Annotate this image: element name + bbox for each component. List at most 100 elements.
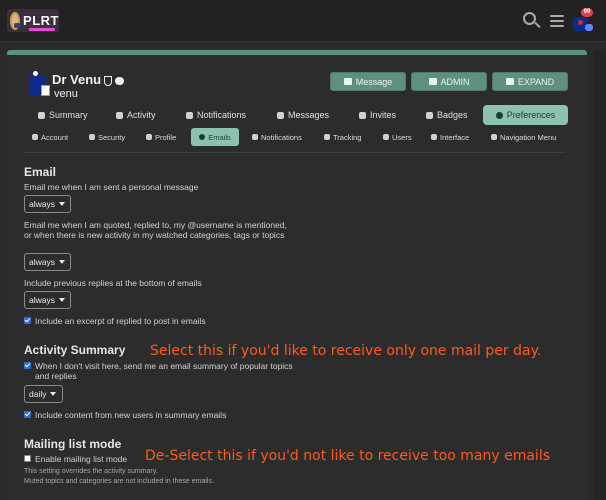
subtab-profile[interactable]: Profile [146, 128, 184, 146]
digest-label: When I don't visit here, send me an emai… [35, 361, 293, 381]
expand-button[interactable]: EXPAND [492, 72, 568, 91]
email-section-title: Email [24, 165, 57, 179]
user-icon [38, 111, 45, 119]
message-button-label: Message [355, 76, 393, 87]
bell-icon [186, 111, 193, 119]
excerpt-checkbox-row[interactable]: Include an excerpt of replied to post in… [24, 316, 206, 326]
subtab-interface[interactable]: Interface [431, 128, 477, 146]
chevron-down-icon [58, 298, 65, 302]
certificate-icon [426, 111, 433, 119]
chevron-down-icon [58, 202, 65, 206]
tab-label: Notifications [197, 110, 247, 120]
pm-email-label: Email me when I am sent a personal messa… [24, 182, 199, 192]
plus-icon [324, 134, 330, 140]
top-header: PLRT 99 [0, 0, 606, 42]
envelope-icon [199, 134, 206, 140]
annotation-activity: Select this if you'd like to receive onl… [150, 343, 542, 359]
tab-messages[interactable]: Messages [277, 105, 347, 125]
digest-checkbox[interactable] [24, 362, 31, 369]
mailing-note-muted: Muted topics and categories are not incl… [24, 478, 214, 485]
subtab-users[interactable]: Users [383, 128, 413, 146]
logo-underline [29, 28, 55, 31]
tab-label: Invites [370, 110, 397, 120]
mailing-list-title: Mailing list mode [24, 437, 122, 451]
wrench-icon [428, 78, 437, 85]
new-users-checkbox-row[interactable]: Include content from new users in summar… [24, 410, 226, 420]
pm-email-value: always [29, 199, 55, 209]
digest-checkbox-row[interactable]: When I don't visit here, send me an emai… [24, 361, 294, 381]
list-icon [116, 111, 123, 119]
header-icons: 99 [522, 8, 594, 34]
pm-email-select[interactable]: always [24, 195, 71, 213]
logo-text: PLRT [23, 13, 59, 28]
desktop-icon [431, 134, 437, 140]
tab-label: Activity [127, 110, 156, 120]
search-icon[interactable] [522, 11, 542, 31]
scrollbar-track[interactable] [594, 50, 606, 500]
mailing-list-checkbox[interactable] [24, 455, 31, 462]
subtab-tracking[interactable]: Tracking [324, 128, 364, 146]
tab-label: Summary [49, 110, 88, 120]
expand-button-label: EXPAND [517, 76, 555, 87]
gear-icon [495, 111, 503, 119]
subtab-label: Notifications [261, 132, 302, 142]
lock-icon [89, 134, 95, 140]
profile-name: Dr Venu [52, 72, 125, 87]
subtab-label: Tracking [333, 132, 362, 142]
digest-frequency-select[interactable]: daily [24, 385, 63, 403]
mailing-list-checkbox-row[interactable]: Enable mailing list mode [24, 454, 127, 464]
previous-replies-value: always [29, 295, 55, 305]
annotation-mailing: De-Select this if you'd not like to rece… [145, 448, 551, 464]
subtab-notifications[interactable]: Notifications [252, 128, 308, 146]
users-icon [383, 134, 389, 140]
subtab-label: Users [392, 132, 412, 142]
subtab-label: Interface [440, 132, 470, 142]
tab-activity[interactable]: Activity [116, 105, 172, 125]
chat-icon [115, 76, 125, 85]
tab-preferences[interactable]: Preferences [483, 105, 568, 125]
quoted-email-select[interactable]: always [24, 253, 71, 271]
nav-divider [24, 152, 566, 153]
quoted-email-value: always [29, 257, 55, 267]
chat-bubble-icon [585, 24, 593, 31]
tab-badges[interactable]: Badges [426, 105, 482, 125]
user-icon [146, 134, 152, 140]
logo-face-icon [10, 11, 21, 30]
current-user-avatar[interactable]: 99 [572, 8, 594, 34]
new-users-checkbox[interactable] [24, 411, 31, 418]
profile-name-text: Dr Venu [52, 72, 102, 87]
activity-summary-title: Activity Summary [24, 343, 126, 357]
chevron-down-icon [58, 260, 65, 264]
site-logo[interactable]: PLRT [7, 9, 59, 32]
mailing-list-label: Enable mailing list mode [35, 454, 128, 464]
admin-button[interactable]: ADMIN [411, 72, 487, 91]
notification-badge: 99 [581, 8, 593, 17]
subtab-account[interactable]: Account [32, 128, 76, 146]
tab-label: Badges [437, 110, 468, 120]
double-chevron-down-icon [505, 78, 514, 85]
previous-replies-label: Include previous replies at the bottom o… [24, 278, 202, 288]
admin-button-label: ADMIN [440, 76, 470, 87]
subtab-label: Account [41, 132, 69, 142]
bars-icon [491, 134, 497, 140]
user-icon [32, 134, 38, 140]
shield-icon [104, 75, 113, 86]
envelope-icon [277, 111, 284, 119]
previous-replies-select[interactable]: always [24, 291, 71, 309]
subtab-emails[interactable]: Emails [191, 128, 239, 146]
subtab-label: Navigation Menu [500, 132, 557, 142]
excerpt-checkbox[interactable] [24, 317, 31, 324]
tab-summary[interactable]: Summary [38, 105, 94, 125]
message-button[interactable]: Message [330, 72, 406, 91]
primary-nav: Summary Activity Notifications Messages … [24, 105, 570, 125]
hamburger-menu-icon[interactable] [550, 14, 564, 28]
envelope-icon [343, 78, 352, 85]
digest-frequency-value: daily [29, 389, 47, 399]
tab-notifications[interactable]: Notifications [186, 105, 266, 125]
subtab-navigation-menu[interactable]: Navigation Menu [491, 128, 563, 146]
subtab-label: Profile [155, 132, 177, 142]
mailing-note-overrides: This setting overrides the activity summ… [24, 468, 158, 475]
tab-invites[interactable]: Invites [359, 105, 409, 125]
excerpt-label: Include an excerpt of replied to post in… [35, 316, 206, 326]
subtab-security[interactable]: Security [89, 128, 135, 146]
